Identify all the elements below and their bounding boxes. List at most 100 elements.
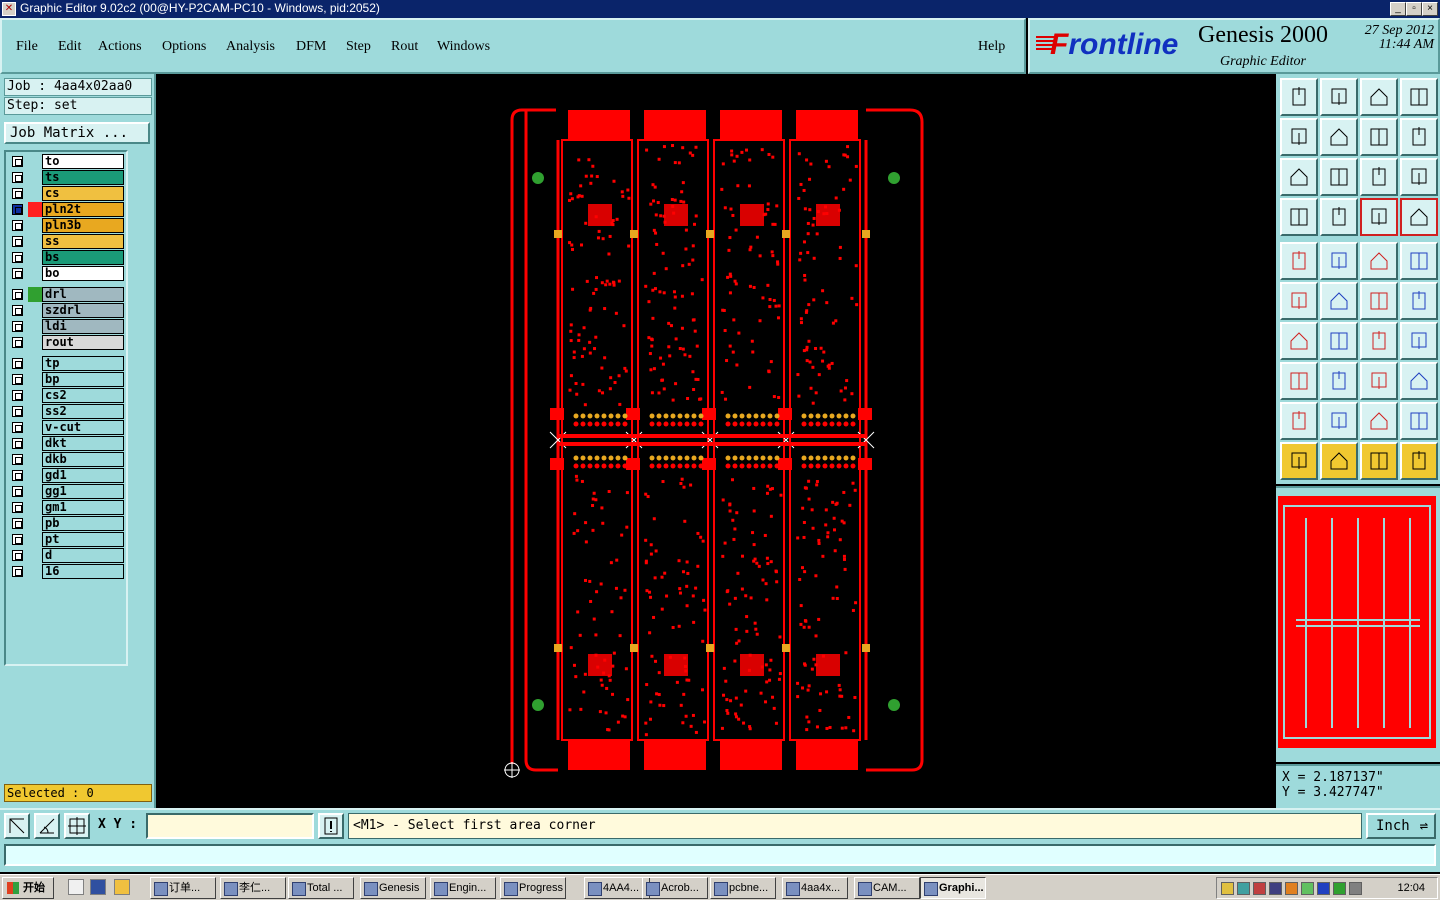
layer-checkbox[interactable] — [12, 236, 23, 247]
layer-name[interactable]: ss2 — [42, 404, 124, 419]
delete-icon[interactable] — [1320, 282, 1358, 320]
grid-icon[interactable] — [64, 813, 90, 839]
layer-name[interactable]: bs — [42, 250, 124, 265]
zoom-in-icon[interactable] — [1280, 118, 1318, 156]
layer-row-ts[interactable]: ts — [8, 170, 126, 185]
layer-checkbox[interactable] — [12, 156, 23, 167]
layer-color-swatch[interactable] — [28, 234, 42, 249]
layer-color-swatch[interactable] — [28, 516, 42, 531]
snap-icon[interactable] — [4, 813, 30, 839]
layer-color-swatch[interactable] — [28, 484, 42, 499]
layer-checkbox[interactable] — [12, 337, 23, 348]
tray-icon[interactable] — [1253, 882, 1266, 895]
arc-icon[interactable] — [1360, 322, 1398, 360]
dimension-icon[interactable] — [1360, 362, 1398, 400]
layer-name[interactable]: pt — [42, 532, 124, 547]
layer-color-swatch[interactable] — [28, 303, 42, 318]
layer-color-swatch[interactable] — [28, 319, 42, 334]
layers-config-icon[interactable] — [1400, 198, 1438, 236]
layer-checkbox[interactable] — [12, 406, 23, 417]
menu-edit[interactable]: Edit — [58, 39, 81, 55]
layer-color-swatch[interactable] — [28, 500, 42, 515]
angle-icon[interactable] — [34, 813, 60, 839]
shapes-icon[interactable] — [1400, 362, 1438, 400]
layer-name[interactable]: d — [42, 548, 124, 563]
swap-icon[interactable] — [1360, 118, 1398, 156]
layer-checkbox[interactable] — [12, 486, 23, 497]
layer-row-d[interactable]: d — [8, 548, 126, 563]
close-button[interactable]: × — [1422, 2, 1438, 16]
layer-name[interactable]: gg1 — [42, 484, 124, 499]
route-icon[interactable] — [1400, 118, 1438, 156]
layer-name[interactable]: pb — [42, 516, 124, 531]
layer-name[interactable]: ss — [42, 234, 124, 249]
triangle-icon[interactable] — [1280, 402, 1318, 440]
menu-rout[interactable]: Rout — [391, 39, 418, 55]
rotate-icon[interactable] — [1400, 402, 1438, 440]
taskbar-button[interactable]: Engin... — [430, 877, 496, 899]
split-icon[interactable] — [1320, 362, 1358, 400]
mirror-icon[interactable] — [1360, 402, 1398, 440]
layer-checkbox[interactable] — [12, 518, 23, 529]
layer-name[interactable]: cs2 — [42, 388, 124, 403]
taskbar-button[interactable]: Total ... — [288, 877, 354, 899]
layer-checkbox[interactable] — [12, 566, 23, 577]
angle-icon[interactable] — [1280, 322, 1318, 360]
tray-icon[interactable] — [1237, 882, 1250, 895]
layer-row-ss2[interactable]: ss2 — [8, 404, 126, 419]
select-icon[interactable] — [1280, 242, 1318, 280]
layer-color-swatch[interactable] — [28, 202, 42, 217]
layer-row-tp[interactable]: tp — [8, 356, 126, 371]
fit-icon[interactable] — [1280, 158, 1318, 196]
taskbar-button[interactable]: pcbne... — [710, 877, 776, 899]
layer-row-drl[interactable]: drl — [8, 287, 126, 302]
tray-icon[interactable] — [1221, 882, 1234, 895]
layer-row-pt[interactable]: pt — [8, 532, 126, 547]
layer-name[interactable]: dkt — [42, 436, 124, 451]
pointer-edit-icon[interactable] — [1360, 442, 1398, 480]
job-matrix-button[interactable]: Job Matrix ... — [4, 122, 150, 144]
layer-row-ss[interactable]: ss — [8, 234, 126, 249]
layer-name[interactable]: ts — [42, 170, 124, 185]
pad-icon[interactable] — [1400, 242, 1438, 280]
menu-file[interactable]: File — [16, 39, 38, 55]
layer-row-bo[interactable]: bo — [8, 266, 126, 281]
layer-row-pln3b[interactable]: pln3b — [8, 218, 126, 233]
layer-row-16[interactable]: 16 — [8, 564, 126, 579]
layer-color-swatch[interactable] — [28, 218, 42, 233]
zoom-out-icon[interactable] — [1320, 118, 1358, 156]
tray-icon[interactable] — [1349, 882, 1362, 895]
taskbar-button[interactable]: 订单... — [150, 877, 216, 899]
taskbar-button[interactable]: 李仁... — [220, 877, 286, 899]
menu-step[interactable]: Step — [346, 39, 371, 55]
layer-checkbox[interactable] — [12, 172, 23, 183]
layer-checkbox[interactable] — [12, 305, 23, 316]
menu-actions[interactable]: Actions — [98, 39, 142, 55]
layer-checkbox[interactable] — [12, 390, 23, 401]
layer-name[interactable]: dkb — [42, 452, 124, 467]
layer-row-pb[interactable]: pb — [8, 516, 126, 531]
graphic-canvas[interactable] — [156, 74, 1276, 808]
layer-name[interactable]: gm1 — [42, 500, 124, 515]
xy-input[interactable] — [146, 813, 314, 839]
maximize-button[interactable]: ▫ — [1406, 2, 1422, 16]
layer-color-swatch[interactable] — [28, 564, 42, 579]
path-icon[interactable] — [1400, 442, 1438, 480]
move-icon[interactable] — [1360, 282, 1398, 320]
taskbar-button[interactable]: Acrob... — [642, 877, 708, 899]
layer-checkbox[interactable] — [12, 438, 23, 449]
layer-color-swatch[interactable] — [28, 468, 42, 483]
layer-row-ldi[interactable]: ldi — [8, 319, 126, 334]
menu-options[interactable]: Options — [162, 39, 206, 55]
pointer-icon[interactable] — [1280, 442, 1318, 480]
layer-name[interactable]: 16 — [42, 564, 124, 579]
layer-name[interactable]: v-cut — [42, 420, 124, 435]
ruler-icon[interactable] — [1360, 242, 1398, 280]
layer-color-swatch[interactable] — [28, 388, 42, 403]
layer-checkbox[interactable] — [12, 268, 23, 279]
layer-row-szdrl[interactable]: szdrl — [8, 303, 126, 318]
layer-color-swatch[interactable] — [28, 404, 42, 419]
layer-checkbox[interactable] — [12, 454, 23, 465]
snap-icon[interactable] — [1320, 198, 1358, 236]
layers-toggle-icon[interactable] — [1360, 198, 1398, 236]
